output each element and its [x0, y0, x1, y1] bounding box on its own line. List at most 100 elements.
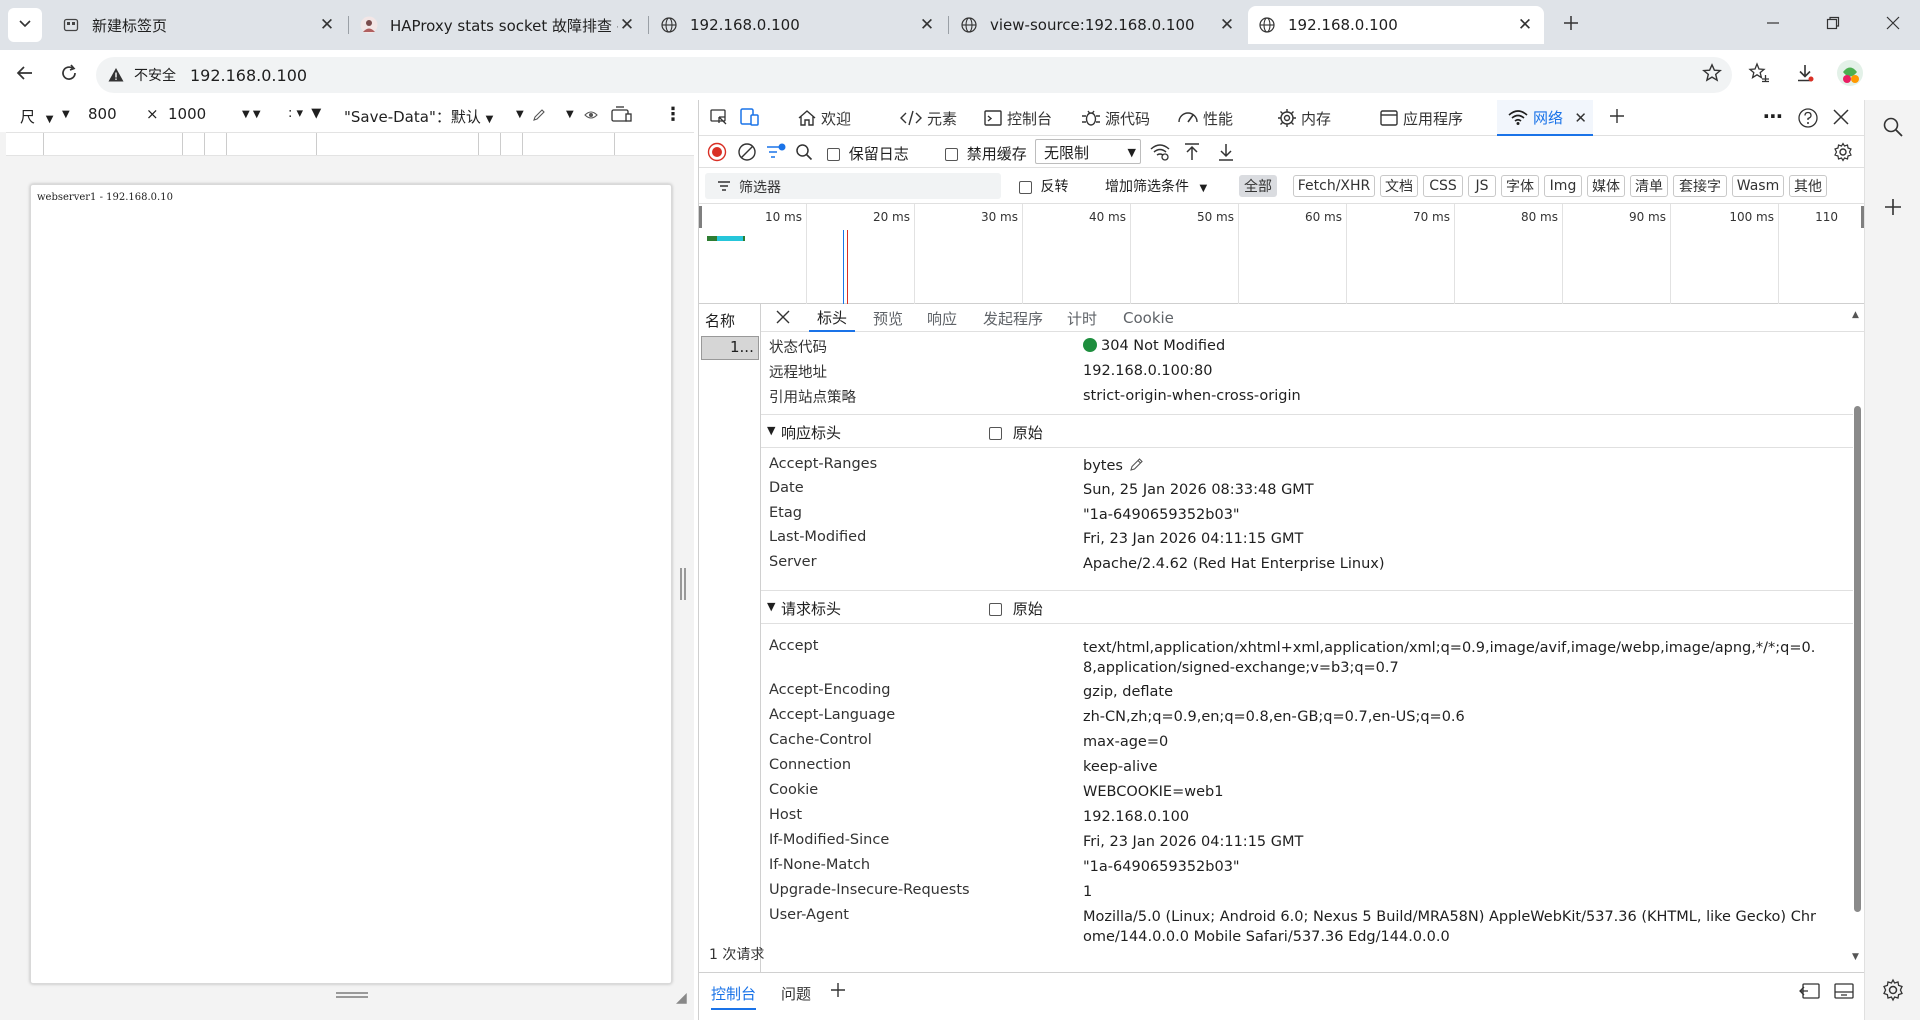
close-icon[interactable]: ✕ — [1574, 109, 1587, 127]
request-headers-section[interactable]: ▼ 请求标头 原始 — [761, 590, 1853, 624]
width-input[interactable]: 800 — [82, 103, 142, 127]
new-tab-button[interactable] — [1556, 10, 1586, 40]
favorites-button[interactable] — [1744, 60, 1774, 90]
url-text[interactable]: 192.168.0.100 — [190, 66, 307, 85]
tab-console[interactable]: 控制台 — [983, 100, 1052, 136]
caret-down-icon[interactable]: ▼ — [516, 109, 524, 120]
tab-192-active[interactable]: 192.168.0.100 ✕ — [1248, 6, 1544, 44]
timeline-left-handle[interactable] — [699, 206, 702, 228]
close-window-button[interactable] — [1878, 10, 1908, 40]
more-tools-icon[interactable]: ⋯ — [1763, 104, 1783, 128]
more-filters-dropdown[interactable]: 增加筛选条件 ▼ — [1105, 176, 1207, 196]
save-data-dropdown[interactable]: "Save-Data"：默认 ▼ — [344, 106, 493, 127]
tab-list-button[interactable] — [8, 8, 42, 42]
refresh-button[interactable] — [54, 60, 84, 90]
filter-settings-icon[interactable] — [765, 142, 787, 166]
dock-icon[interactable] — [1799, 981, 1821, 1005]
filter-input[interactable]: 筛选器 — [705, 173, 1001, 199]
close-icon[interactable]: ✕ — [318, 15, 336, 35]
back-button[interactable] — [10, 60, 40, 90]
sidebar-search-icon[interactable] — [1882, 116, 1904, 142]
height-input[interactable]: 1000 — [162, 103, 222, 127]
omnibox[interactable]: 不安全 192.168.0.100 — [96, 57, 1732, 93]
rotate-dropdown[interactable]: : ▾ ▼ — [288, 106, 321, 121]
tab-192-1[interactable]: 192.168.0.100 ✕ — [650, 6, 946, 44]
device-frame-icon[interactable] — [610, 106, 632, 128]
filter-chip-css[interactable]: CSS — [1423, 175, 1463, 197]
inspect-element-icon[interactable] — [709, 108, 729, 132]
resize-handle-right[interactable] — [680, 568, 686, 600]
network-settings-icon[interactable] — [1833, 142, 1853, 166]
minimize-button[interactable] — [1758, 10, 1788, 40]
filter-chip-font[interactable]: 字体 — [1501, 175, 1539, 197]
network-overview-timeline[interactable]: 10 ms 20 ms 30 ms 40 ms 50 ms 60 ms 70 m… — [699, 204, 1865, 304]
export-har-icon[interactable] — [1217, 142, 1235, 166]
tab-timing[interactable]: 计时 — [1067, 304, 1097, 332]
filter-chip-manifest[interactable]: 清单 — [1630, 175, 1668, 197]
preserve-log-checkbox[interactable]: 保留日志 — [827, 143, 909, 164]
caret-down-icon[interactable]: ▼ — [566, 109, 574, 120]
eye-icon[interactable] — [584, 108, 598, 126]
help-icon[interactable] — [1797, 107, 1819, 133]
close-icon[interactable]: ✕ — [1218, 15, 1236, 35]
dimensions-dropdown[interactable]: 尺 ▼ — [20, 106, 54, 127]
tab-welcome[interactable]: 欢迎 — [797, 100, 851, 136]
tab-cookies[interactable]: Cookie — [1123, 304, 1174, 332]
downloads-button[interactable] — [1790, 60, 1820, 90]
close-detail-icon[interactable] — [775, 309, 791, 329]
copilot-button[interactable] — [1834, 59, 1866, 91]
clear-icon[interactable] — [737, 142, 757, 166]
filter-chip-socket[interactable]: 套接字 — [1673, 175, 1727, 197]
filter-chip-media[interactable]: 媒体 — [1587, 175, 1625, 197]
tab-performance[interactable]: 性能 — [1177, 100, 1233, 136]
tab-preview[interactable]: 预览 — [873, 304, 903, 332]
resize-corner-icon[interactable]: ◢ — [676, 990, 687, 1006]
pen-icon[interactable] — [532, 108, 546, 126]
tab-headers[interactable]: 标头 — [809, 304, 856, 332]
drawer-tab-console[interactable]: 控制台 — [711, 983, 757, 1010]
tab-initiator[interactable]: 发起程序 — [983, 304, 1043, 332]
scrollbar-thumb[interactable] — [1854, 406, 1861, 912]
sidebar-settings-icon[interactable] — [1881, 978, 1905, 1006]
invert-checkbox[interactable]: 反转 — [1019, 176, 1068, 196]
drawer-layout-icon[interactable] — [1833, 981, 1855, 1005]
tab-application[interactable]: 应用程序 — [1379, 100, 1463, 136]
close-icon[interactable]: ✕ — [618, 15, 636, 35]
import-har-icon[interactable] — [1183, 142, 1201, 166]
record-icon[interactable] — [707, 142, 727, 166]
filter-chip-doc[interactable]: 文档 — [1380, 175, 1418, 197]
close-devtools-icon[interactable] — [1833, 109, 1849, 129]
tab-sources[interactable]: 源代码 — [1081, 100, 1150, 136]
tab-memory[interactable]: 内存 — [1277, 100, 1331, 136]
zoom-dropdown[interactable]: ▼ ▼ — [242, 109, 261, 120]
device-toggle-icon[interactable] — [739, 107, 761, 131]
network-conditions-icon[interactable] — [1149, 142, 1171, 166]
raw-checkbox[interactable]: 原始 — [989, 598, 1043, 619]
scroll-down-icon[interactable]: ▼ — [1852, 952, 1859, 962]
filter-chip-all[interactable]: 全部 — [1239, 175, 1277, 197]
add-tool-icon[interactable] — [1607, 106, 1627, 130]
close-icon[interactable]: ✕ — [918, 15, 936, 35]
security-label[interactable]: 不安全 — [134, 65, 176, 85]
filter-chip-wasm[interactable]: Wasm — [1732, 175, 1784, 197]
tab-elements[interactable]: 元素 — [899, 100, 957, 136]
caret-down-icon[interactable]: ▼ — [62, 109, 70, 120]
disable-cache-checkbox[interactable]: 禁用缓存 — [945, 143, 1027, 164]
scroll-up-icon[interactable]: ▲ — [1852, 310, 1859, 320]
more-options-icon[interactable]: ⋮ — [664, 104, 682, 125]
filter-chip-js[interactable]: JS — [1468, 175, 1496, 197]
tab-response[interactable]: 响应 — [927, 304, 957, 332]
filter-chip-fetch[interactable]: Fetch/XHR — [1293, 175, 1375, 197]
tab-haproxy[interactable]: HAProxy stats socket 故障排查 - 王 ✕ — [350, 6, 646, 44]
favorite-button[interactable] — [1700, 63, 1724, 87]
detail-scrollbar[interactable]: ▲ ▼ — [1851, 310, 1863, 970]
tab-network[interactable]: 网络 ✕ — [1497, 100, 1593, 136]
tab-new-tab[interactable]: 新建标签页 ✕ — [52, 6, 346, 44]
filter-chip-other[interactable]: 其他 — [1789, 175, 1827, 197]
add-drawer-tool-icon[interactable] — [829, 981, 847, 1003]
tab-view-source[interactable]: view-source:192.168.0.100 ✕ — [950, 6, 1246, 44]
maximize-button[interactable] — [1818, 10, 1848, 40]
search-icon[interactable] — [795, 143, 813, 165]
drawer-tab-issues[interactable]: 问题 — [781, 983, 811, 1004]
emulated-viewport[interactable]: webserver1 - 192.168.0.10 — [30, 184, 672, 984]
